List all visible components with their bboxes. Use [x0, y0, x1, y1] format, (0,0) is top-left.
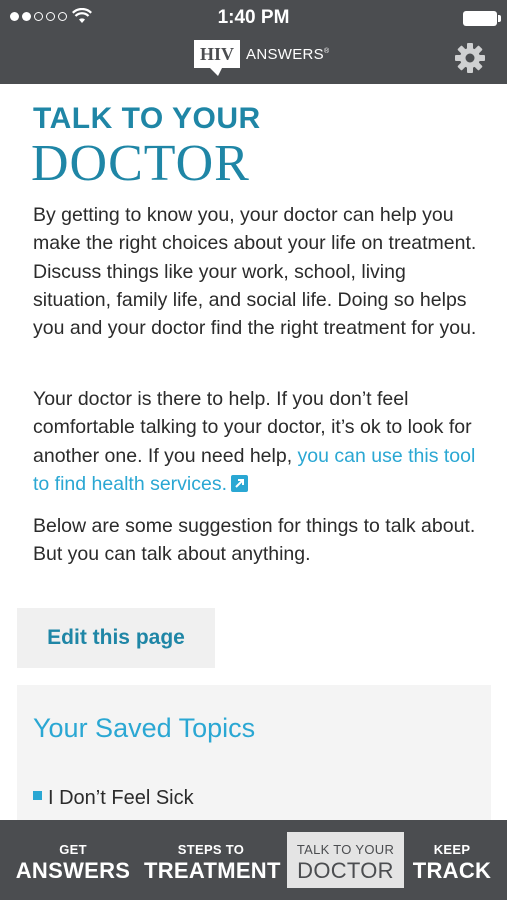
- main-content: TALK TO YOUR DOCTOR By getting to know y…: [0, 84, 507, 820]
- bottom-tab-bar: GET ANSWERS STEPS TO TREATMENT TALK TO Y…: [0, 820, 507, 900]
- tab-small-label: STEPS TO: [177, 842, 245, 857]
- gear-icon[interactable]: [455, 43, 485, 73]
- logo-box: HIV: [194, 40, 241, 76]
- bullet-icon: [33, 791, 42, 800]
- saved-topic-item[interactable]: I Don’t Feel Sick: [33, 787, 194, 810]
- logo-text: ANSWERS: [246, 46, 324, 63]
- tab-small-label: TALK TO YOUR: [296, 842, 395, 857]
- tab-big-label: TREATMENT: [144, 858, 281, 883]
- app-logo: HIV ANSWERS®: [194, 40, 329, 76]
- saved-topics-title: Your Saved Topics: [33, 713, 256, 743]
- battery-icon: [463, 11, 501, 26]
- tab-big-label: DOCTOR: [297, 858, 394, 883]
- saved-topic-label: I Don’t Feel Sick: [48, 787, 194, 809]
- status-bar: 1:40 PM: [0, 0, 507, 34]
- status-time: 1:40 PM: [217, 7, 290, 28]
- tab-small-label: KEEP: [433, 842, 471, 857]
- help-paragraph: Your doctor is there to help. If you don…: [33, 385, 483, 498]
- tab-big-label: ANSWERS: [15, 858, 131, 883]
- intro-paragraph: By getting to know you, your doctor can …: [33, 204, 477, 340]
- external-link-icon: [231, 474, 249, 492]
- tab-big-label: TRACK: [412, 858, 492, 883]
- page-title-line2: DOCTOR: [31, 135, 250, 192]
- tab-get-answers[interactable]: GET ANSWERS: [14, 820, 132, 900]
- tab-talk-to-your-doctor[interactable]: TALK TO YOUR DOCTOR: [287, 832, 404, 888]
- tab-keep-track[interactable]: KEEP TRACK: [412, 820, 492, 900]
- edit-page-button[interactable]: Edit this page: [17, 608, 215, 668]
- tab-steps-to-treatment[interactable]: STEPS TO TREATMENT: [144, 820, 281, 900]
- tab-small-label: GET: [59, 842, 87, 857]
- suggestion-paragraph: Below are some suggestion for things to …: [33, 515, 476, 566]
- page-title-line1: TALK TO YOUR: [33, 102, 261, 135]
- saved-topics-panel: Your Saved Topics I Don’t Feel Sick: [17, 685, 491, 820]
